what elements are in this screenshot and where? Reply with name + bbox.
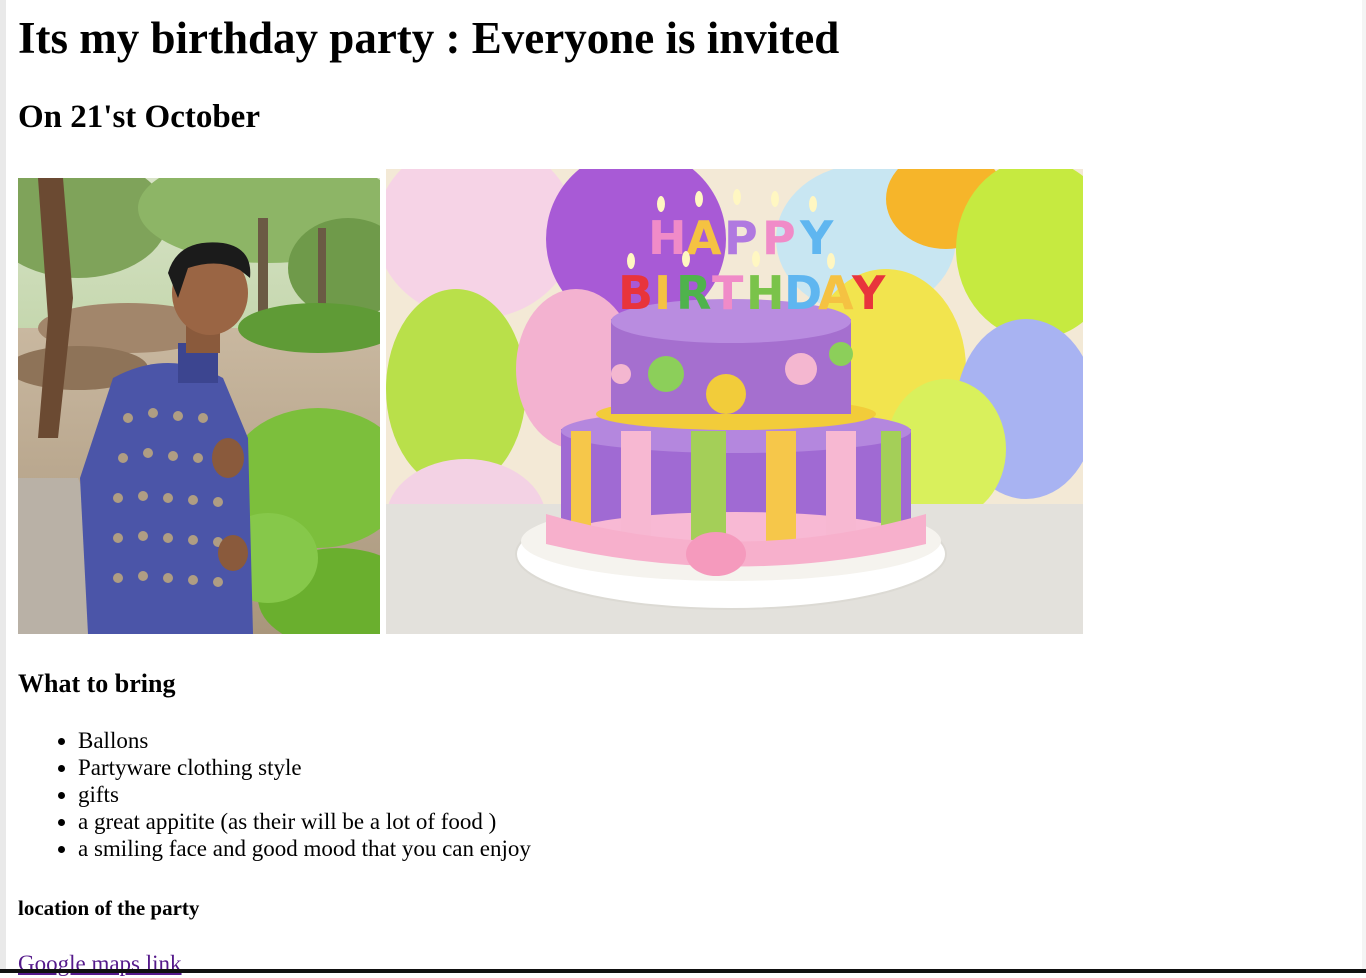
what-to-bring-heading: What to bring xyxy=(18,669,176,698)
location-heading: location of the party xyxy=(18,896,200,920)
svg-text:D: D xyxy=(784,266,822,320)
svg-text:Y: Y xyxy=(851,266,886,320)
svg-text:A: A xyxy=(818,266,854,320)
list-item: gifts xyxy=(78,781,531,808)
svg-text:A: A xyxy=(686,211,722,265)
page-subtitle: On 21'st October xyxy=(18,99,260,135)
window-left-edge xyxy=(0,0,6,973)
svg-text:T: T xyxy=(712,266,744,320)
list-item: Partyware clothing style xyxy=(78,754,531,781)
list-item: a smiling face and good mood that you ca… xyxy=(78,835,531,862)
list-item: Ballons xyxy=(78,727,531,754)
person-photo xyxy=(18,178,380,634)
google-maps-link[interactable]: Google maps link xyxy=(18,950,182,978)
svg-text:H: H xyxy=(746,266,785,320)
list-item: a great appitite (as their will be a lot… xyxy=(78,808,531,835)
svg-text:I: I xyxy=(654,266,671,320)
window-bottom-edge xyxy=(0,969,1366,973)
svg-text:H: H xyxy=(648,211,687,265)
cake-photo: H A P P Y B I R T H D A Y xyxy=(386,169,1083,634)
svg-text:R: R xyxy=(676,266,711,320)
bring-list: Ballons Partyware clothing style gifts a… xyxy=(18,727,531,862)
page-title: Its my birthday party : Everyone is invi… xyxy=(18,13,840,63)
svg-text:P: P xyxy=(762,211,796,265)
svg-text:B: B xyxy=(618,266,653,320)
window-right-edge xyxy=(1362,0,1366,973)
